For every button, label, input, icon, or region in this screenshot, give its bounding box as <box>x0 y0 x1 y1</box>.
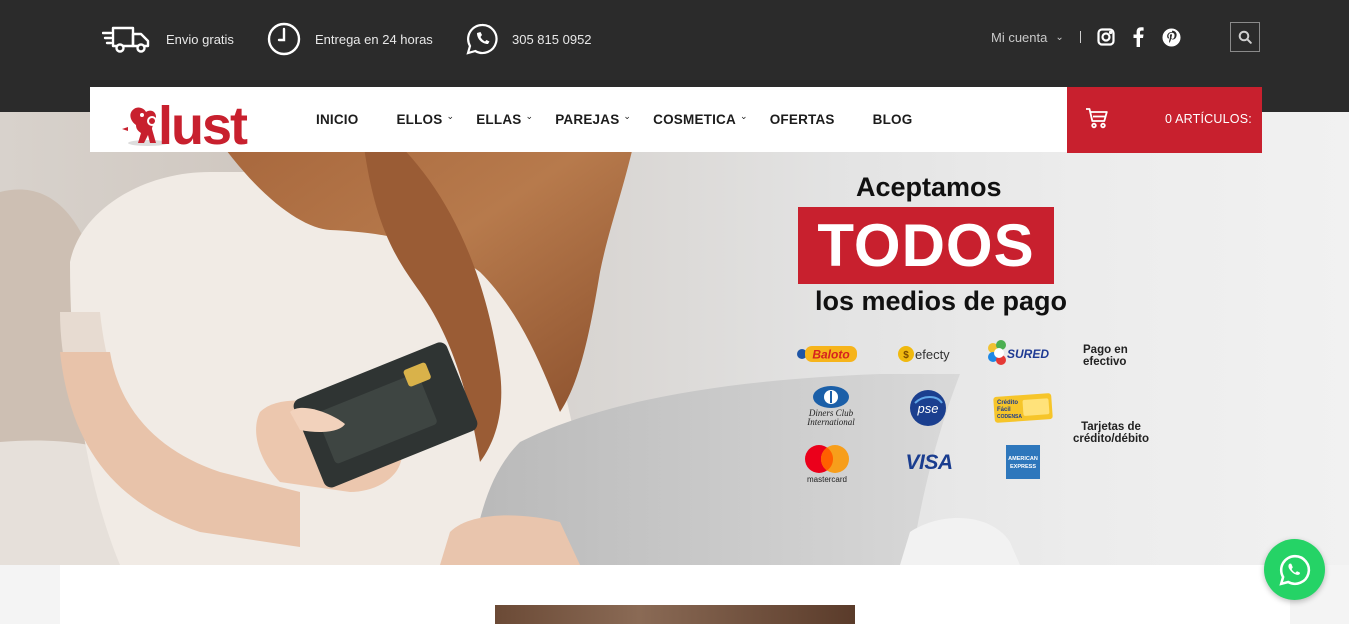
chevron-down-icon: ⌄ <box>1055 32 1064 43</box>
svg-text:CODENSA: CODENSA <box>997 414 1022 420</box>
svg-text:Crédito: Crédito <box>997 400 1018 406</box>
svg-text:Baloto: Baloto <box>812 348 849 362</box>
whatsapp-chat-button[interactable] <box>1264 539 1325 600</box>
baloto-logo: Baloto <box>796 340 858 366</box>
svg-text:$: $ <box>903 350 909 361</box>
phone-number[interactable]: 305 815 0952 <box>512 32 592 47</box>
credito-facil-codensa-logo: Crédito Fácil CODENSA <box>992 392 1056 424</box>
chevron-down-icon: ⌄ <box>446 111 455 121</box>
hero-banner[interactable]: Aceptamos TODOS los medios de pago Balot… <box>0 112 1349 565</box>
pinterest-icon[interactable] <box>1161 27 1181 47</box>
cash-label-line-2: efectivo <box>1083 356 1127 368</box>
chevron-down-icon: ⌄ <box>525 111 534 121</box>
main-menu: INICIO ELLOS ⌄ ELLAS ⌄ PAREJAS ⌄ COSMETI… <box>316 87 950 152</box>
card-label-line-1: Tarjetas de <box>1081 421 1141 433</box>
whatsapp-icon <box>1278 554 1310 586</box>
account-menu[interactable]: Mi cuenta ⌄ <box>991 30 1064 45</box>
delivery-info: Entrega en 24 horas <box>267 20 433 58</box>
promo-line-1: Aceptamos <box>856 172 1002 202</box>
svg-text:efecty: efecty <box>915 347 950 362</box>
cash-payment-label: Pago en efectivo <box>1083 344 1128 368</box>
brand-logo[interactable]: lust <box>118 95 258 156</box>
diners-line-2: International <box>807 417 855 427</box>
hero-photo <box>0 112 1020 565</box>
mastercard-text: mastercard <box>806 475 847 484</box>
cash-label-line-1: Pago en <box>1083 344 1128 356</box>
clock-icon <box>267 22 301 56</box>
delivery-label: Entrega en 24 horas <box>315 31 433 47</box>
nav-label[interactable]: OFERTAS <box>770 112 835 127</box>
nav-item-ellos[interactable]: ELLOS ⌄ <box>396 111 455 127</box>
sured-logo: SURED <box>985 338 1057 368</box>
search-button[interactable] <box>1230 22 1260 52</box>
account-label[interactable]: Mi cuenta <box>991 30 1047 45</box>
whatsapp-phone-icon <box>466 23 498 55</box>
mastercard-logo: mastercard <box>800 442 854 486</box>
cart-button[interactable]: 0 ARTÍCULOS: <box>1067 87 1262 153</box>
american-express-logo: AMERICAN EXPRESS <box>1006 444 1040 480</box>
efecty-logo: $ efecty <box>896 340 958 366</box>
free-shipping-label: Envio gratis <box>166 31 234 47</box>
nav-item-parejas[interactable]: PAREJAS ⌄ <box>555 111 632 127</box>
promo-line-2: TODOS <box>817 212 1035 279</box>
cart-count-label[interactable]: 0 ARTÍCULOS: <box>1165 112 1252 126</box>
phone-info[interactable]: 305 815 0952 <box>466 20 592 58</box>
main-navigation: lust INICIO ELLOS ⌄ ELLAS ⌄ PAREJAS ⌄ CO… <box>90 87 1067 156</box>
card-payment-label: Tarjetas de crédito/débito <box>1073 421 1149 445</box>
svg-text:SURED: SURED <box>1007 347 1049 361</box>
svg-text:Fácil: Fácil <box>997 407 1011 413</box>
visa-logo: VISA <box>900 450 958 476</box>
nav-item-cosmetica[interactable]: COSMETICA ⌄ <box>653 111 748 127</box>
chevron-down-icon: ⌄ <box>623 111 632 121</box>
card-label-line-2: crédito/débito <box>1073 433 1150 445</box>
search-icon <box>1238 30 1252 44</box>
cart-icon <box>1085 107 1109 134</box>
nav-label[interactable]: COSMETICA <box>653 112 736 127</box>
promo-highlight-box: TODOS <box>798 207 1054 284</box>
svg-text:AMERICAN: AMERICAN <box>1008 456 1038 462</box>
nav-label[interactable]: ELLOS <box>396 112 442 127</box>
content-image[interactable] <box>495 605 855 624</box>
facebook-icon[interactable] <box>1128 27 1148 47</box>
truck-icon <box>102 24 152 54</box>
promo-line-3: los medios de pago <box>815 286 1068 316</box>
nav-label[interactable]: BLOG <box>873 112 913 127</box>
visa-text: VISA <box>905 451 953 474</box>
nav-item-ofertas[interactable]: OFERTAS <box>770 112 835 127</box>
nav-label[interactable]: ELLAS <box>476 112 521 127</box>
pse-logo: pse <box>908 388 948 428</box>
nav-item-inicio[interactable]: INICIO <box>316 112 358 127</box>
divider <box>1080 31 1081 43</box>
free-shipping-info: Envio gratis <box>102 20 234 58</box>
chevron-down-icon: ⌄ <box>739 111 748 121</box>
nav-item-blog[interactable]: BLOG <box>873 112 913 127</box>
instagram-icon[interactable] <box>1096 27 1116 47</box>
svg-text:pse: pse <box>917 401 939 416</box>
nav-label[interactable]: INICIO <box>316 112 358 127</box>
svg-text:EXPRESS: EXPRESS <box>1010 464 1036 470</box>
nav-item-ellas[interactable]: ELLAS ⌄ <box>476 111 534 127</box>
nav-label[interactable]: PAREJAS <box>555 112 619 127</box>
svg-text:lust: lust <box>158 96 248 147</box>
diners-club-logo: Diners Club International <box>800 382 862 430</box>
